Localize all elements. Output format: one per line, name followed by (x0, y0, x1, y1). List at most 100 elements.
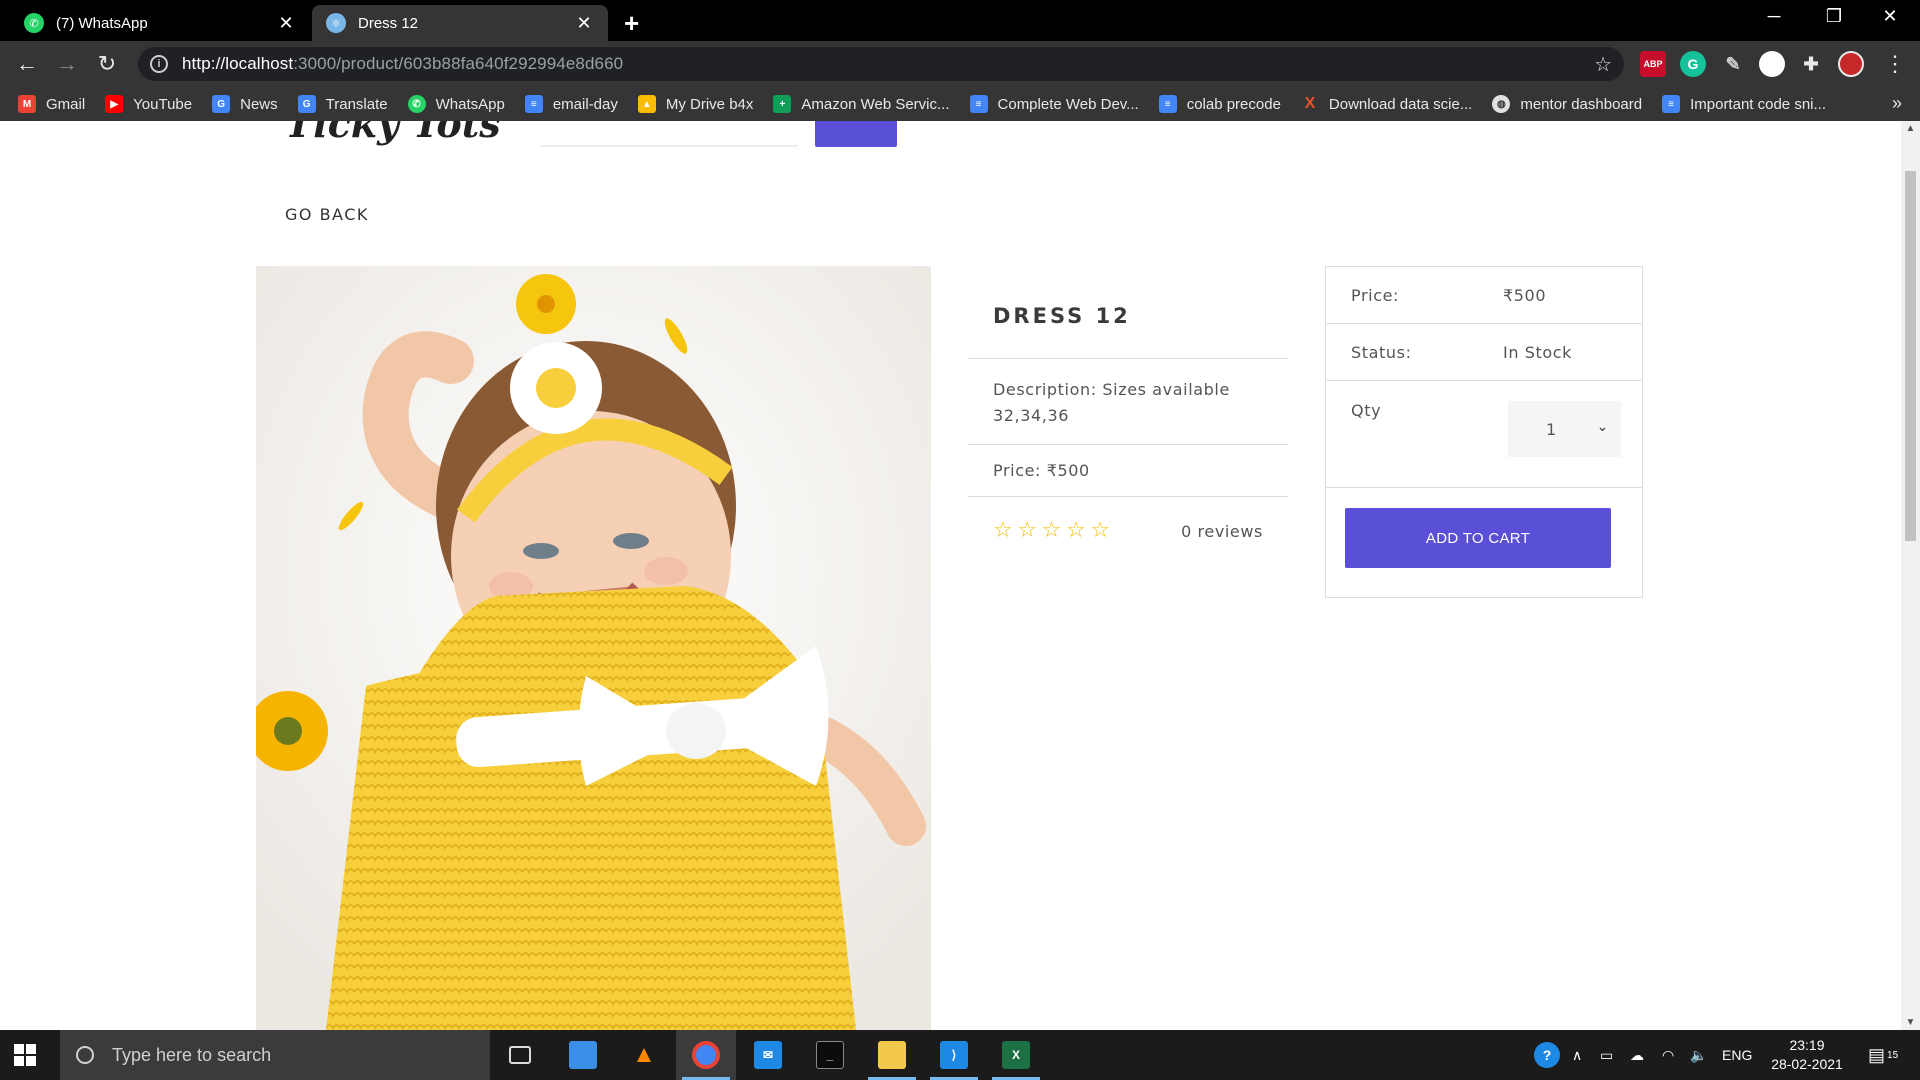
x-icon: X (1304, 95, 1316, 112)
mail-icon[interactable]: ✉ (738, 1030, 798, 1080)
product-price: Price: ₹500 (968, 445, 1288, 497)
bookmark-star-icon[interactable]: ☆ (1594, 52, 1612, 77)
bookmark-complete-web-dev[interactable]: ≡ Complete Web Dev... (969, 95, 1139, 113)
scroll-down-icon[interactable]: ▼ (1901, 1017, 1920, 1028)
scroll-up-icon[interactable]: ▲ (1901, 123, 1920, 134)
qty-select[interactable]: 1 ⌄ (1508, 401, 1621, 457)
color-picker-icon[interactable]: ✎ (1720, 51, 1746, 77)
forward-icon[interactable]: → (52, 50, 82, 78)
docs-icon: ≡ (1662, 95, 1681, 113)
search-button[interactable] (815, 121, 897, 147)
bookmark-translate[interactable]: G Translate (297, 95, 388, 113)
product-title: DRESS 12 (968, 266, 1288, 359)
profile-avatar-icon[interactable] (1759, 51, 1785, 77)
search-placeholder: Type here to search (112, 1044, 272, 1065)
new-tab-button[interactable]: + (624, 8, 639, 39)
tab-title: Dress 12 (358, 14, 419, 32)
chrome-taskbar-icon[interactable] (676, 1030, 736, 1080)
vscode-icon[interactable]: ⟩ (924, 1030, 984, 1080)
card-qty-row: Qty 1 ⌄ (1326, 381, 1642, 488)
qty-label: Qty (1351, 401, 1382, 420)
star-icon: ☆ (1017, 518, 1038, 543)
star-icon: ☆ (1090, 518, 1111, 543)
extensions-puzzle-icon[interactable]: ✚ (1798, 51, 1824, 77)
close-tab-icon[interactable]: ✕ (574, 13, 594, 34)
close-window-icon[interactable]: ✕ (1870, 6, 1910, 27)
grammarly-icon[interactable]: G (1680, 51, 1706, 77)
bookmark-news[interactable]: G News (212, 95, 278, 113)
file-explorer-icon[interactable] (862, 1030, 922, 1080)
bookmark-email-day[interactable]: ≡ email-day (524, 95, 618, 113)
brand-logo[interactable]: Ticky Tots (285, 121, 501, 146)
product-description: Description: Sizes available 32,34,36 (968, 359, 1288, 445)
terminal-icon[interactable]: _ (800, 1030, 860, 1080)
show-hidden-icons[interactable]: ∧ (1572, 1030, 1582, 1080)
whatsapp-icon: ✆ (24, 13, 44, 33)
docs-icon: ≡ (1158, 95, 1177, 113)
onedrive-icon[interactable]: ☁ (1630, 1030, 1644, 1080)
page-content: Ticky Tots GO BACK DRESS 12 Description:… (0, 121, 1901, 1030)
rating-stars: ☆ ☆ ☆ ☆ ☆ (993, 518, 1115, 543)
battery-icon[interactable]: ▭ (1600, 1030, 1613, 1080)
clock-date: 28-02-2021 (1771, 1056, 1843, 1072)
help-icon[interactable]: ? (1534, 1030, 1560, 1080)
more-bookmarks-button[interactable]: » (1892, 93, 1902, 114)
tab-dress-12[interactable]: ⚛ Dress 12 ✕ (312, 5, 608, 41)
add-to-cart-button[interactable]: ADD TO CART (1345, 508, 1611, 568)
windows-start-icon[interactable] (14, 1044, 36, 1066)
task-view-icon[interactable] (490, 1030, 550, 1080)
wifi-icon[interactable]: ◠ (1662, 1030, 1674, 1080)
product-info: DRESS 12 Description: Sizes available 32… (968, 266, 1288, 565)
tab-title: (7) WhatsApp (56, 14, 148, 32)
star-icon: ☆ (1065, 518, 1087, 543)
bookmark-gmail[interactable]: M Gmail (18, 95, 85, 113)
clock-time: 23:19 (1789, 1037, 1825, 1053)
chrome-menu-icon[interactable]: ⋮ (1880, 50, 1910, 78)
notifications-icon[interactable]: ▤ 15 (1868, 1030, 1898, 1080)
notification-count: 15 (1887, 1049, 1899, 1061)
back-icon[interactable]: ← (12, 50, 42, 78)
bookmark-important-code-snippets[interactable]: ≡ Important code sni... (1662, 95, 1826, 113)
bookmark-youtube[interactable]: ▶ YouTube (105, 95, 192, 113)
card-status-row: Status: In Stock (1326, 324, 1642, 381)
price-label: Price: (1351, 285, 1400, 305)
qty-value: 1 (1546, 419, 1557, 439)
youtube-icon: ▶ (105, 95, 124, 113)
site-info-icon[interactable]: i (150, 55, 168, 73)
address-bar[interactable]: i http://localhost:3000/product/603b88fa… (138, 47, 1624, 81)
bookmark-whatsapp[interactable]: ✆ WhatsApp (407, 95, 505, 113)
price-value: ₹500 (1503, 285, 1547, 305)
minimize-icon[interactable]: ─ (1754, 6, 1794, 27)
browser-toolbar: ← → ↻ i http://localhost:3000/product/60… (0, 41, 1920, 87)
purchase-card: Price: ₹500 Status: In Stock Qty 1 ⌄ ADD… (1325, 266, 1643, 598)
bookmark-colab-precode[interactable]: ≡ colab precode (1158, 95, 1281, 113)
bookmark-amazon-web-services[interactable]: + Amazon Web Servic... (773, 95, 950, 113)
taskbar-search-input[interactable]: Type here to search (60, 1030, 490, 1080)
account-avatar-icon[interactable] (1838, 51, 1864, 77)
windows-taskbar: Type here to search ▲ ✉ _ ⟩ X ? ∧ ▭ ☁ ◠ … (0, 1030, 1920, 1080)
taskbar-clock[interactable]: 23:19 28-02-2021 (1762, 1036, 1852, 1074)
bookmark-download-data-science[interactable]: X Download data scie... (1301, 95, 1473, 113)
restore-icon[interactable]: ❐ (1814, 6, 1854, 27)
close-tab-icon[interactable]: ✕ (276, 13, 296, 34)
reload-icon[interactable]: ↻ (92, 50, 122, 78)
volume-icon[interactable]: 🔈 (1690, 1030, 1707, 1080)
page-scrollbar[interactable]: ▲ ▼ (1901, 121, 1920, 1030)
globe-icon: ◍ (1492, 95, 1511, 113)
go-back-link[interactable]: GO BACK (285, 205, 369, 224)
status-label: Status: (1351, 342, 1412, 362)
vlc-icon[interactable]: ▲ (614, 1030, 674, 1080)
url-text[interactable]: http://localhost:3000/product/603b88fa64… (182, 54, 623, 74)
baby-dress-photo (256, 266, 931, 1030)
tab-whatsapp[interactable]: ✆ (7) WhatsApp ✕ (10, 5, 310, 41)
bookmark-mentor-dashboard[interactable]: ◍ mentor dashboard (1492, 95, 1642, 113)
bookmark-my-drive[interactable]: ▲ My Drive b4x (637, 95, 753, 113)
docs-icon: ≡ (969, 95, 988, 113)
language-indicator[interactable]: ENG (1722, 1030, 1752, 1080)
scrollbar-thumb[interactable] (1905, 171, 1916, 541)
search-input[interactable] (540, 121, 798, 147)
pc-app-icon[interactable] (553, 1030, 613, 1080)
adblock-icon[interactable]: ABP (1640, 51, 1666, 77)
excel-icon[interactable]: X (986, 1030, 1046, 1080)
translate-icon: G (297, 95, 316, 113)
